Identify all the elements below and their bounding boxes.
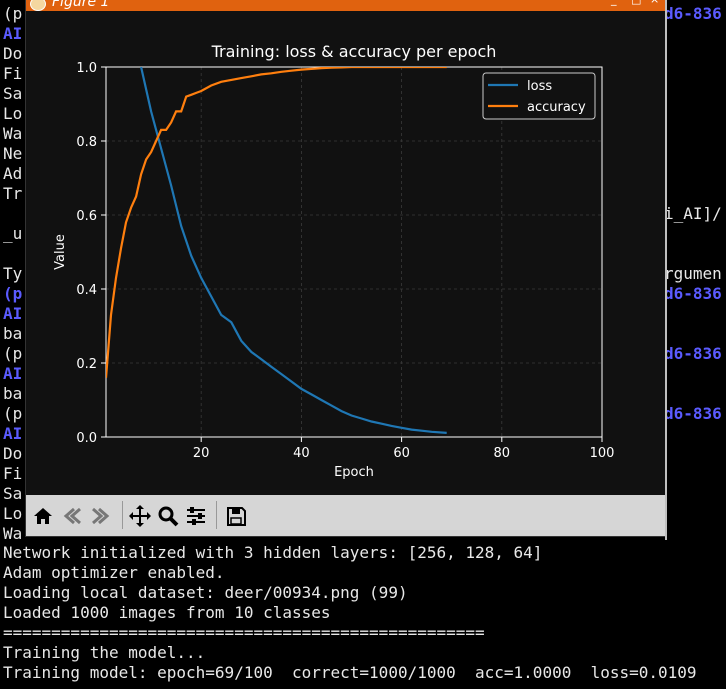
terminal-line-fragment: Ty bbox=[3, 264, 23, 283]
terminal-line-fragment: Ne bbox=[3, 144, 23, 163]
terminal-line-fragment: (p bbox=[3, 284, 23, 303]
maximize-icon[interactable]: □ bbox=[631, 0, 641, 6]
terminal-line-fragment: (p bbox=[3, 344, 23, 363]
terminal-fragment: d6-836 bbox=[664, 404, 722, 423]
terminal-line-fragment: Sa bbox=[3, 484, 23, 503]
terminal-line-fragment: Ad bbox=[3, 164, 23, 183]
close-icon[interactable]: × bbox=[650, 0, 659, 6]
configure-icon[interactable] bbox=[183, 503, 209, 529]
minimize-icon[interactable]: _ bbox=[611, 0, 617, 6]
x-tick-label: 40 bbox=[293, 446, 310, 461]
x-tick-label: 80 bbox=[494, 446, 511, 461]
terminal-line-fragment: ba bbox=[3, 384, 23, 403]
terminal-line-fragment: ba bbox=[3, 324, 23, 343]
terminal-fragment: d6-836 bbox=[664, 344, 722, 363]
terminal-line-fragment: Lo bbox=[3, 104, 23, 123]
axes-frame bbox=[105, 66, 603, 438]
terminal-line-fragment: Wa bbox=[3, 524, 23, 543]
terminal-line-fragment: AI bbox=[3, 364, 23, 383]
home-icon[interactable] bbox=[30, 503, 56, 529]
legend-label: accuracy bbox=[527, 100, 586, 115]
legend-label: loss bbox=[527, 79, 552, 94]
zoom-icon[interactable] bbox=[155, 503, 181, 529]
terminal-line-fragment: Sa bbox=[3, 84, 23, 103]
save-icon[interactable] bbox=[223, 503, 249, 529]
chart: 20 40 60 80 100 0.0 0.2 0.4 0.6 0.8 1.0 Training: l… bbox=[53, 42, 615, 480]
terminal-fragment: d6-836 bbox=[664, 4, 722, 23]
y-tick-label: 0.0 bbox=[76, 431, 97, 446]
window-title: Figure 1 bbox=[52, 0, 110, 10]
chart-title: Training: loss & accuracy per epoch bbox=[211, 42, 497, 61]
terminal-line-fragment: (p bbox=[3, 4, 23, 23]
navigation-toolbar bbox=[26, 495, 665, 536]
y-tick-label: 0.4 bbox=[76, 283, 97, 298]
window-edge bbox=[665, 0, 667, 540]
terminal-line-fragment: Do bbox=[3, 44, 23, 63]
toolbar-separator bbox=[122, 501, 123, 529]
terminal-line: Loaded 1000 images from 10 classes bbox=[3, 603, 331, 622]
y-axis-label: Value bbox=[53, 234, 68, 270]
x-axis-label: Epoch bbox=[334, 465, 374, 480]
terminal-line: Training the model... bbox=[3, 643, 206, 662]
terminal-line: Network initialized with 3 hidden layers… bbox=[3, 543, 543, 562]
terminal-line-fragment: AI bbox=[3, 304, 23, 323]
y-tick-label: 0.6 bbox=[76, 209, 97, 224]
matplotlib-logo-icon bbox=[30, 0, 46, 11]
y-tick-label: 1.0 bbox=[76, 61, 97, 76]
figure-window[interactable]: Figure 1 _ □ × 20 40 60 80 100 0.0 0.2 0.4 0.6 0.… bbox=[25, 0, 666, 537]
terminal-line-fragment: Fi bbox=[3, 464, 23, 483]
terminal-line: Training model: epoch=69/100 correct=100… bbox=[3, 663, 697, 682]
terminal-line-fragment: _u bbox=[3, 224, 23, 243]
plot-area[interactable]: 20 40 60 80 100 0.0 0.2 0.4 0.6 0.8 1.0 Training: l… bbox=[26, 11, 665, 495]
terminal-line: Adam optimizer enabled. bbox=[3, 563, 225, 582]
y-tick-label: 0.2 bbox=[76, 357, 97, 372]
terminal-line-fragment: Tr bbox=[3, 184, 23, 203]
x-tick-label: 20 bbox=[193, 446, 210, 461]
terminal-line-fragment: Fi bbox=[3, 64, 23, 83]
x-tick-label: 60 bbox=[393, 446, 410, 461]
back-icon[interactable] bbox=[59, 503, 85, 529]
terminal-line: Loading local dataset: deer/00934.png (9… bbox=[3, 583, 408, 602]
terminal-line-fragment: Do bbox=[3, 444, 23, 463]
terminal-line-fragment: AI bbox=[3, 424, 23, 443]
x-tick-label: 100 bbox=[590, 446, 615, 461]
series-line-loss bbox=[140, 67, 447, 434]
title-bar[interactable]: Figure 1 _ □ × bbox=[26, 0, 665, 11]
terminal-line-fragment: (p bbox=[3, 404, 23, 423]
pan-icon[interactable] bbox=[127, 503, 153, 529]
forward-icon[interactable] bbox=[88, 503, 114, 529]
terminal-line-fragment: Lo bbox=[3, 504, 23, 523]
terminal-fragment: i_AI]/ bbox=[664, 204, 722, 223]
terminal-line-fragment: AI bbox=[3, 24, 23, 43]
y-tick-label: 0.8 bbox=[76, 135, 97, 150]
terminal-fragment: d6-836 bbox=[664, 284, 722, 303]
terminal-fragment: rgumen bbox=[664, 264, 722, 283]
terminal-line: ========================================… bbox=[3, 623, 485, 642]
toolbar-separator bbox=[216, 501, 217, 529]
terminal-line-fragment: Wa bbox=[3, 124, 23, 143]
series-line-accuracy bbox=[106, 67, 447, 378]
